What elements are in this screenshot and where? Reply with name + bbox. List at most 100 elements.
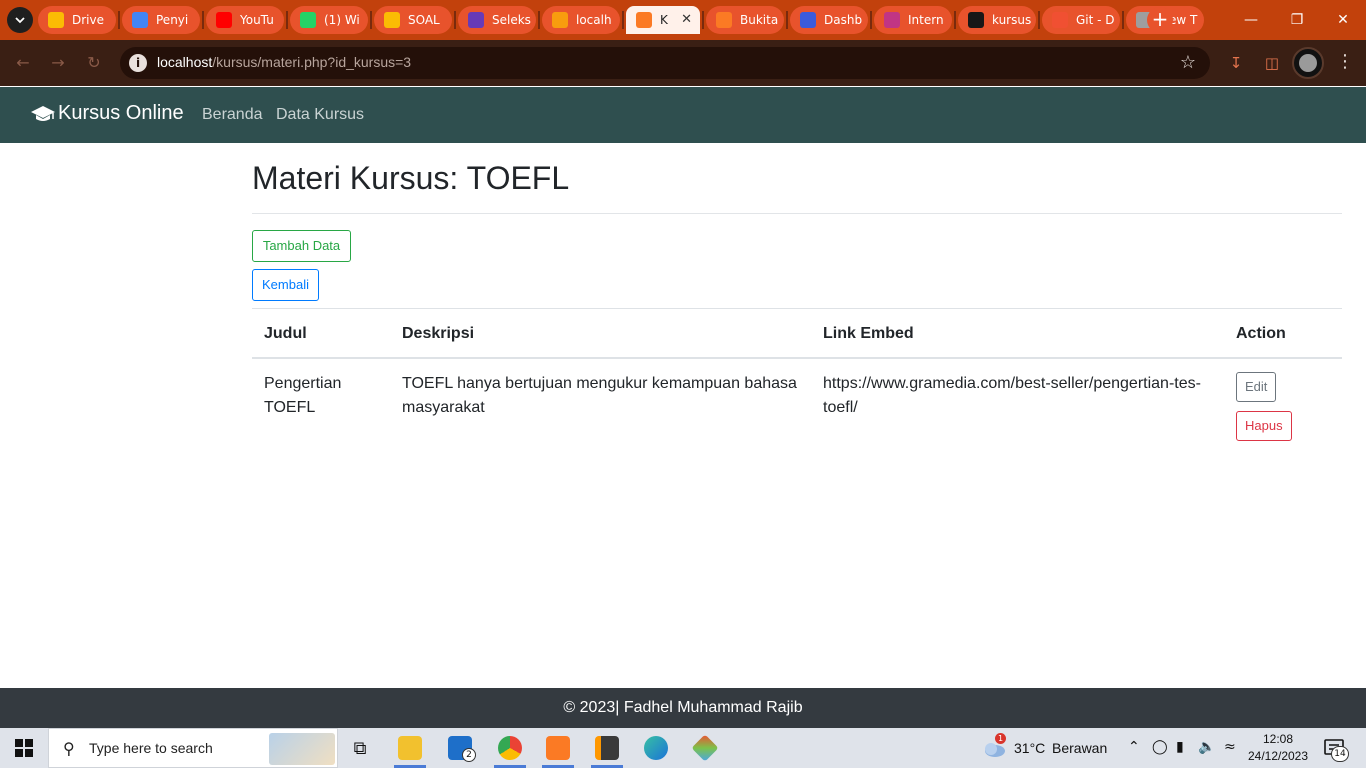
tab-separator — [1122, 11, 1124, 29]
tab-list: Drive Penyi YouTu (1) Wi SOAL Seleks localh K ✕ B… — [38, 6, 1204, 34]
wifi-icon[interactable]: ≈ — [1224, 739, 1236, 755]
tab-separator — [370, 11, 372, 29]
close-tab-icon[interactable]: ✕ — [681, 12, 692, 27]
weather-status[interactable]: Berawan — [1052, 740, 1107, 756]
windows-logo-icon — [15, 739, 33, 757]
notification-count: 14 — [1331, 746, 1349, 762]
browser-tab[interactable]: Seleks — [458, 6, 536, 34]
browser-tab[interactable]: Drive — [38, 6, 116, 34]
start-button[interactable] — [0, 728, 48, 768]
chevron-down-icon — [15, 17, 25, 24]
column-header-judul: Judul — [264, 325, 307, 342]
site-footer: © 2023| Fadhel Muhammad Rajib — [0, 688, 1366, 728]
github-icon — [968, 12, 984, 28]
gitkraken-icon[interactable] — [685, 728, 725, 768]
cell-judul-line: TOEFL — [264, 399, 316, 416]
tab-separator — [870, 11, 872, 29]
browser-tab[interactable]: Dashb — [790, 6, 868, 34]
table-top-border — [252, 308, 1342, 309]
task-view-icon[interactable]: ⧉ — [340, 728, 380, 768]
chevron-up-icon[interactable]: ⌃ — [1128, 739, 1140, 755]
url-text[interactable]: localhost/kursus/materi.php?id_kursus=3 — [157, 54, 411, 70]
browser-tab[interactable]: Intern — [874, 6, 952, 34]
sublime-text-icon[interactable] — [587, 728, 627, 768]
column-header-action: Action — [1236, 325, 1286, 342]
clock-date: 24/12/2023 — [1247, 749, 1309, 763]
browser-toolbar: ← → ↻ i localhost/kursus/materi.php?id_k… — [0, 40, 1366, 86]
profile-avatar[interactable] — [1292, 47, 1324, 79]
close-window-button[interactable]: ✕ — [1320, 0, 1366, 40]
add-data-button[interactable]: Tambah Data — [252, 230, 351, 262]
xampp-icon — [636, 12, 652, 28]
clock-time: 12:08 — [1262, 732, 1294, 746]
volume-icon[interactable]: 🔈 — [1198, 739, 1215, 755]
cell-deskripsi: TOEFL hanya bertujuan mengukur kemampuan… — [402, 372, 797, 420]
tab-separator — [538, 11, 540, 29]
cell-deskripsi-line: masyarakat — [402, 399, 485, 416]
nav-data-kursus[interactable]: Data Kursus — [276, 106, 364, 124]
tab-label: kursus — [992, 13, 1032, 27]
cell-deskripsi-line: TOEFL hanya bertujuan mengukur kemampuan… — [402, 375, 797, 392]
meet-now-icon[interactable]: ◯ — [1152, 739, 1168, 755]
tab-separator — [1038, 11, 1040, 29]
xampp-taskbar-icon[interactable] — [538, 728, 578, 768]
tab-separator — [286, 11, 288, 29]
tab-separator — [954, 11, 956, 29]
browser-tab-strip: Drive Penyi YouTu (1) Wi SOAL Seleks localh K ✕ B… — [0, 0, 1366, 40]
system-clock[interactable]: 12:08 24/12/2023 — [1244, 731, 1312, 765]
download-icon[interactable]: ↧ — [1225, 52, 1247, 74]
site-info-icon[interactable]: i — [129, 54, 147, 72]
search-placeholder: Type here to search — [89, 740, 213, 756]
reload-icon[interactable]: ↻ — [83, 52, 105, 74]
git-icon — [1052, 12, 1068, 28]
brand-link[interactable]: Kursus Online — [30, 102, 184, 125]
restore-button[interactable]: ❐ — [1274, 0, 1320, 40]
browser-tab[interactable]: YouTu — [206, 6, 284, 34]
column-header-link-embed: Link Embed — [823, 325, 914, 342]
table-header-border — [252, 357, 1342, 359]
browser-tab[interactable]: Bukita — [706, 6, 784, 34]
forward-arrow-icon[interactable]: → — [47, 52, 69, 74]
edit-button[interactable]: Edit — [1236, 372, 1277, 402]
tab-separator — [202, 11, 204, 29]
file-explorer-icon[interactable] — [390, 728, 430, 768]
tab-search-button[interactable] — [7, 7, 33, 33]
footer-text: © 2023| Fadhel Muhammad Rajib — [563, 699, 803, 716]
browser-tab[interactable]: (1) Wi — [290, 6, 368, 34]
tab-label: K — [660, 13, 668, 27]
browser-tab[interactable]: K ✕ — [626, 6, 700, 34]
browser-tab[interactable]: SOAL — [374, 6, 452, 34]
nav-beranda[interactable]: Beranda — [202, 106, 263, 124]
temperature[interactable]: 31°C — [1014, 740, 1045, 756]
tab-separator — [622, 11, 624, 29]
tab-label: localh — [576, 13, 612, 27]
back-button[interactable]: Kembali — [252, 269, 319, 301]
browser-tab[interactable]: Git - D — [1042, 6, 1120, 34]
bookmark-star-icon[interactable]: ☆ — [1180, 52, 1196, 73]
menu-kebab-icon[interactable]: ⋮ — [1336, 51, 1354, 72]
google-forms-icon — [468, 12, 484, 28]
address-bar[interactable]: i localhost/kursus/materi.php?id_kursus=… — [120, 47, 1210, 79]
side-panel-icon[interactable]: ◫ — [1261, 52, 1283, 74]
back-arrow-icon[interactable]: ← — [12, 52, 34, 74]
tab-label: Seleks — [492, 13, 531, 27]
mail-icon[interactable]: 2 — [440, 728, 480, 768]
instagram-icon — [884, 12, 900, 28]
tab-label: YouTu — [240, 13, 274, 27]
tab-label: Drive — [72, 13, 104, 27]
edge-icon[interactable] — [636, 728, 676, 768]
url-path: /kursus/materi.php?id_kursus=3 — [212, 54, 412, 70]
delete-button[interactable]: Hapus — [1236, 411, 1292, 441]
browser-tab[interactable]: kursus — [958, 6, 1036, 34]
tab-separator — [118, 11, 120, 29]
browser-tab[interactable]: Penyi — [122, 6, 200, 34]
chrome-taskbar-icon[interactable] — [490, 728, 530, 768]
graduation-cap-icon — [31, 105, 55, 121]
minimize-button[interactable]: — — [1228, 0, 1274, 40]
browser-tab[interactable]: localh — [542, 6, 620, 34]
new-tab-button[interactable]: + — [1147, 7, 1173, 33]
avatar — [1299, 54, 1317, 72]
battery-icon[interactable]: ▮ — [1176, 739, 1184, 755]
cell-link-embed: https://www.gramedia.com/best-seller/pen… — [823, 372, 1201, 420]
taskbar-search[interactable]: ⚲ Type here to search — [48, 728, 338, 768]
